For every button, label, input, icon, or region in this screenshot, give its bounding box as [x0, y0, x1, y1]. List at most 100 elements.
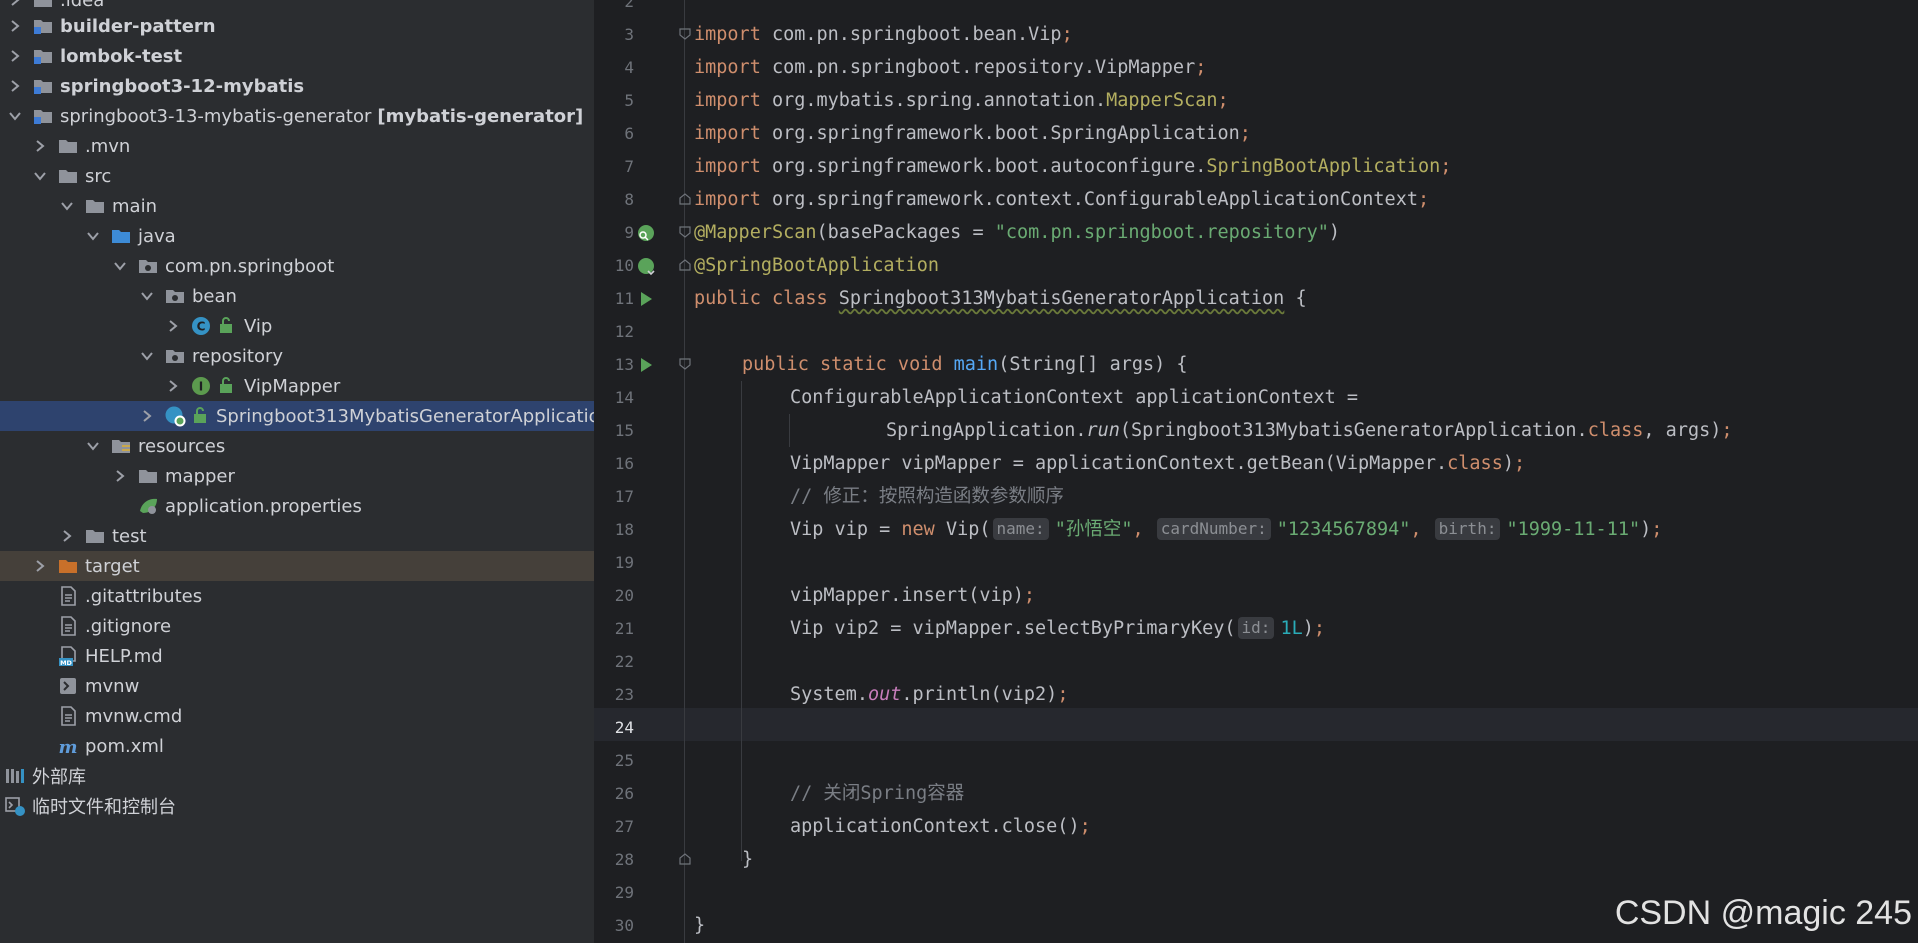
- tree-item-mvnw-cmd[interactable]: mvnw.cmd: [0, 701, 594, 731]
- indent-guide: [789, 414, 790, 447]
- line-number: 25: [614, 751, 634, 770]
- chevron-down-icon[interactable]: [60, 199, 74, 213]
- code-line-17: // 修正：按照构造函数参数顺序: [790, 486, 1064, 507]
- line-number: 6: [624, 124, 634, 143]
- tree-item-springboot3-13-mybatis-generator[interactable]: springboot3-13-mybatis-generator [mybati…: [0, 101, 594, 131]
- interface-icon: I: [190, 375, 212, 397]
- spring-bean-icon[interactable]: [636, 256, 656, 276]
- chevron-right-icon[interactable]: [113, 469, 127, 483]
- tree-item-lombok-test[interactable]: lombok-test: [0, 41, 594, 71]
- chevron-right-icon[interactable]: [8, 49, 22, 63]
- fold-marker-icon[interactable]: [679, 193, 691, 205]
- folder-icon: [84, 195, 106, 217]
- tree-item-test[interactable]: test: [0, 521, 594, 551]
- folder-icon: [137, 465, 159, 487]
- mapper-scan-navigation-icon[interactable]: [636, 223, 656, 243]
- line-number: 16: [614, 454, 634, 473]
- spring-boot-class-icon: [164, 405, 186, 427]
- run-class-icon[interactable]: [636, 289, 656, 309]
- code-line-5: import org.mybatis.spring.annotation.Map…: [694, 90, 1229, 111]
- chevron-right-icon[interactable]: [33, 139, 47, 153]
- fold-marker-icon[interactable]: [679, 226, 691, 238]
- line-number: 11: [614, 289, 634, 308]
- markdown-file-icon: MD: [57, 645, 79, 667]
- line-number: 5: [624, 91, 634, 110]
- line-number: 20: [614, 586, 634, 605]
- code-line-6: import org.springframework.boot.SpringAp…: [694, 123, 1251, 144]
- tree-item-gitattributes[interactable]: .gitattributes: [0, 581, 594, 611]
- tree-item-resources[interactable]: resources: [0, 431, 594, 461]
- chevron-down-icon[interactable]: [8, 109, 22, 123]
- tree-item-src[interactable]: src: [0, 161, 594, 191]
- chevron-right-icon[interactable]: [33, 559, 47, 573]
- text-file-icon: [57, 615, 79, 637]
- chevron-right-icon[interactable]: [8, 0, 22, 7]
- code-line-26: // 关闭Spring容器: [790, 783, 965, 804]
- folder-icon: [57, 135, 79, 157]
- line-number: 9: [624, 223, 634, 242]
- line-number: 23: [614, 685, 634, 704]
- tree-item-pom-xml[interactable]: m pom.xml: [0, 731, 594, 761]
- chevron-right-icon[interactable]: [8, 79, 22, 93]
- line-number: 2: [624, 0, 634, 11]
- tree-item-repository[interactable]: repository: [0, 341, 594, 371]
- param-hint-id: id:: [1237, 617, 1275, 639]
- tree-item-bean[interactable]: bean: [0, 281, 594, 311]
- line-number: 28: [614, 850, 634, 869]
- lock-icon: [192, 405, 208, 427]
- tree-item-target[interactable]: target: [0, 551, 594, 581]
- tree-item-mvnw[interactable]: mvnw: [0, 671, 594, 701]
- tree-item-scratches-and-consoles[interactable]: 临时文件和控制台: [0, 791, 594, 821]
- tree-item-builder-pattern[interactable]: builder-pattern: [0, 11, 594, 41]
- code-line-3: import com.pn.springboot.bean.Vip;: [694, 24, 1073, 45]
- chevron-right-icon[interactable]: [60, 529, 74, 543]
- fold-marker-icon[interactable]: [679, 28, 691, 40]
- chevron-down-icon[interactable]: [113, 259, 127, 273]
- chevron-down-icon[interactable]: [140, 289, 154, 303]
- chevron-down-icon[interactable]: [86, 439, 100, 453]
- excluded-folder-icon: [57, 555, 79, 577]
- tree-item-com-pn-springboot[interactable]: com.pn.springboot: [0, 251, 594, 281]
- code-line-11: public class Springboot313MybatisGenerat…: [694, 288, 1307, 309]
- tree-item-main[interactable]: main: [0, 191, 594, 221]
- tree-item-springboot3-12-mybatis[interactable]: springboot3-12-mybatis: [0, 71, 594, 101]
- run-main-icon[interactable]: [636, 355, 656, 375]
- tree-item-mapper[interactable]: mapper: [0, 461, 594, 491]
- tree-item-vipmapper[interactable]: I VipMapper: [0, 371, 594, 401]
- line-number: 3: [624, 25, 634, 44]
- param-hint-cardnumber: cardNumber:: [1156, 518, 1271, 540]
- fold-marker-icon[interactable]: [679, 853, 691, 865]
- svg-text:m: m: [58, 737, 77, 757]
- line-number: 21: [614, 619, 634, 638]
- line-number: 12: [614, 322, 634, 341]
- code-editor[interactable]: 2 3 4 5 6 7 8 9 10 11 12 13 14 15 16 17 …: [594, 0, 1918, 943]
- chevron-down-icon[interactable]: [140, 349, 154, 363]
- library-icon: [4, 765, 26, 787]
- line-number: 14: [614, 388, 634, 407]
- param-hint-birth: birth:: [1434, 518, 1501, 540]
- tree-item-gitignore[interactable]: .gitignore: [0, 611, 594, 641]
- svg-text:MD: MD: [60, 659, 72, 667]
- tree-item-application-properties[interactable]: application.properties: [0, 491, 594, 521]
- line-number: 26: [614, 784, 634, 803]
- chevron-right-icon[interactable]: [166, 379, 180, 393]
- chevron-down-icon[interactable]: [33, 169, 47, 183]
- code-line-7: import org.springframework.boot.autoconf…: [694, 156, 1452, 177]
- tree-item-help-md[interactable]: MD HELP.md: [0, 641, 594, 671]
- tree-item-external-libraries[interactable]: 外部库: [0, 761, 594, 791]
- fold-marker-icon[interactable]: [679, 358, 691, 370]
- resources-folder-icon: [110, 435, 132, 457]
- chevron-right-icon[interactable]: [8, 19, 22, 33]
- tree-item-mvn[interactable]: .mvn: [0, 131, 594, 161]
- fold-marker-icon[interactable]: [679, 259, 691, 271]
- source-folder-icon: [110, 225, 132, 247]
- chevron-right-icon[interactable]: [140, 409, 154, 423]
- maven-icon: m: [57, 735, 79, 757]
- tree-item-springboot313-application[interactable]: Springboot313MybatisGeneratorApplicatio: [0, 401, 594, 431]
- tree-item-java[interactable]: java: [0, 221, 594, 251]
- tree-item-vip[interactable]: C Vip: [0, 311, 594, 341]
- chevron-down-icon[interactable]: [86, 229, 100, 243]
- chevron-right-icon[interactable]: [166, 319, 180, 333]
- code-line-15: SpringApplication.run(Springboot313Mybat…: [886, 420, 1733, 441]
- code-line-14: ConfigurableApplicationContext applicati…: [790, 387, 1359, 408]
